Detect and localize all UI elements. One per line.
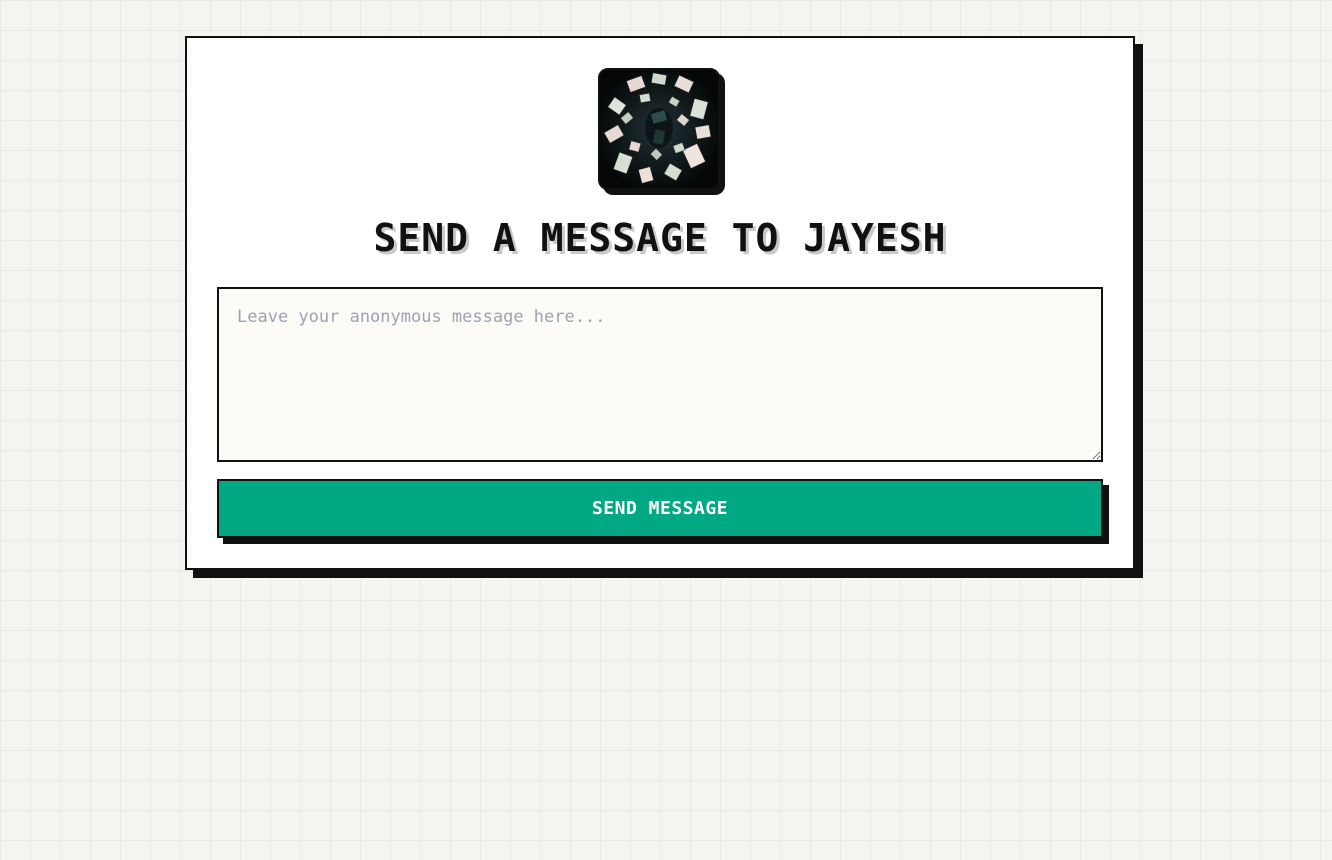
avatar-container — [598, 68, 720, 190]
message-textarea[interactable] — [217, 287, 1103, 462]
avatar-image — [600, 70, 718, 188]
page-title: SEND A MESSAGE TO JAYESH — [373, 216, 947, 260]
send-message-button[interactable]: SEND MESSAGE — [217, 479, 1103, 538]
avatar — [598, 68, 720, 190]
message-card: SEND A MESSAGE TO JAYESH SEND MESSAGE — [185, 36, 1135, 570]
